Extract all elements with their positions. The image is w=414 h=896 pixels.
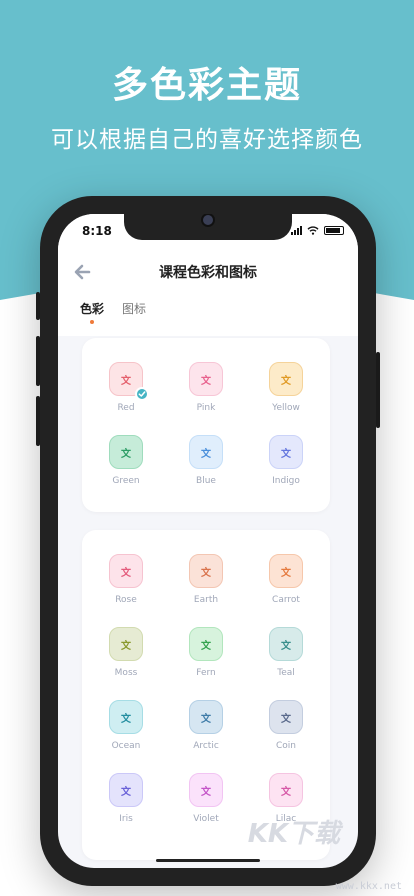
color-swatch: 文 — [189, 773, 223, 807]
color-option-rose[interactable]: 文 Rose — [86, 554, 166, 605]
tab-colors[interactable]: 色彩 — [80, 300, 105, 324]
color-option-moss[interactable]: 文 Moss — [86, 627, 166, 678]
color-swatch: 文 — [269, 700, 303, 734]
color-swatch: 文 — [109, 554, 143, 588]
color-swatch: 文 — [109, 627, 143, 661]
swatch-glyph: 文 — [281, 567, 291, 579]
front-camera — [201, 214, 215, 227]
tab-icons[interactable]: 图标 — [122, 300, 146, 317]
home-indicator[interactable] — [156, 859, 260, 862]
color-option-coin[interactable]: 文 Coin — [246, 700, 326, 751]
swatch-glyph: 文 — [281, 786, 291, 798]
color-swatch: 文 — [189, 435, 223, 469]
swatch-glyph: 文 — [281, 448, 291, 460]
signal-icon — [291, 226, 302, 235]
color-option-label: Teal — [277, 668, 295, 678]
phone-frame: 8:18 课程色彩和图标 色彩 图标 文 Red 文 Pink 文 Yellow… — [36, 196, 380, 886]
selected-check-icon — [135, 387, 149, 401]
color-option-carrot[interactable]: 文 Carrot — [246, 554, 326, 605]
color-option-iris[interactable]: 文 Iris — [86, 773, 166, 824]
color-option-label: Violet — [193, 814, 219, 824]
watermark-url: www.kkx.net — [335, 881, 402, 892]
tab-bar: 色彩 图标 — [80, 300, 146, 324]
phone-screen: 8:18 课程色彩和图标 色彩 图标 文 Red 文 Pink 文 Yellow… — [58, 214, 358, 868]
swatch-glyph: 文 — [281, 640, 291, 652]
watermark-logo: KK下载 — [247, 819, 340, 849]
color-option-label: Earth — [193, 595, 219, 605]
color-card-basic: 文 Red 文 Pink 文 Yellow 文 Green 文 Blue 文 Indigo — [82, 338, 330, 512]
swatch-glyph: 文 — [121, 640, 131, 652]
color-swatch: 文 — [269, 627, 303, 661]
color-swatch: 文 — [269, 554, 303, 588]
swatch-glyph: 文 — [201, 786, 211, 798]
notch — [124, 214, 292, 240]
color-option-label: Red — [117, 403, 135, 413]
volume-up-button — [36, 336, 40, 386]
nav-bar: 课程色彩和图标 色彩 图标 — [58, 250, 358, 336]
color-option-green[interactable]: 文 Green — [86, 435, 166, 486]
promo-title: 多色彩主题 — [111, 65, 302, 106]
swatch-glyph: 文 — [121, 713, 131, 725]
swatch-glyph: 文 — [201, 375, 211, 387]
color-option-label: Carrot — [272, 595, 300, 605]
tab-icons-label: 图标 — [122, 302, 147, 316]
power-button — [376, 352, 380, 428]
mute-switch — [36, 292, 40, 320]
color-option-label: Rose — [115, 595, 137, 605]
color-option-yellow[interactable]: 文 Yellow — [246, 362, 326, 413]
color-option-blue[interactable]: 文 Blue — [166, 435, 246, 486]
color-option-label: Green — [112, 476, 140, 486]
color-swatch: 文 — [109, 700, 143, 734]
swatch-glyph: 文 — [281, 375, 291, 387]
wifi-icon — [307, 226, 319, 235]
color-option-label: Blue — [196, 476, 216, 486]
swatch-glyph: 文 — [281, 713, 291, 725]
status-icons — [291, 226, 344, 235]
color-option-label: Arctic — [193, 741, 219, 751]
swatch-glyph: 文 — [121, 375, 131, 387]
color-option-violet[interactable]: 文 Violet — [166, 773, 246, 824]
color-option-label: Iris — [119, 814, 133, 824]
color-swatch: 文 — [109, 362, 149, 401]
page-title: 课程色彩和图标 — [159, 265, 257, 281]
swatch-glyph: 文 — [201, 713, 211, 725]
status-time: 8:18 — [82, 224, 112, 238]
promo-subtitle: 可以根据自己的喜好选择颜色 — [51, 127, 363, 153]
color-swatch: 文 — [269, 773, 303, 807]
color-option-fern[interactable]: 文 Fern — [166, 627, 246, 678]
swatch-glyph: 文 — [201, 448, 211, 460]
battery-icon — [324, 226, 344, 235]
active-tab-indicator — [90, 320, 94, 324]
color-swatch: 文 — [189, 700, 223, 734]
color-swatch: 文 — [189, 627, 223, 661]
color-option-label: Moss — [114, 668, 138, 678]
color-swatch: 文 — [109, 773, 143, 807]
swatch-glyph: 文 — [201, 567, 211, 579]
color-option-red[interactable]: 文 Red — [86, 362, 166, 413]
color-option-teal[interactable]: 文 Teal — [246, 627, 326, 678]
tab-colors-label: 色彩 — [80, 302, 105, 316]
color-option-earth[interactable]: 文 Earth — [166, 554, 246, 605]
color-swatch: 文 — [109, 435, 143, 469]
swatch-glyph: 文 — [121, 567, 131, 579]
color-option-label: Coin — [276, 741, 296, 751]
color-option-label: Pink — [196, 403, 216, 413]
color-option-pink[interactable]: 文 Pink — [166, 362, 246, 413]
color-swatch: 文 — [269, 435, 303, 469]
swatch-glyph: 文 — [121, 448, 131, 460]
swatch-glyph: 文 — [201, 640, 211, 652]
volume-down-button — [36, 396, 40, 446]
color-option-label: Ocean — [111, 741, 141, 751]
color-option-arctic[interactable]: 文 Arctic — [166, 700, 246, 751]
color-swatch: 文 — [189, 362, 223, 396]
swatch-glyph: 文 — [121, 786, 131, 798]
color-option-label: Indigo — [272, 476, 300, 486]
color-card-extended: 文 Rose 文 Earth 文 Carrot 文 Moss 文 Fern 文 Teal 文 Ocean 文… — [82, 530, 330, 860]
color-option-label: Fern — [196, 668, 216, 678]
color-option-label: Yellow — [272, 403, 300, 413]
color-swatch: 文 — [189, 554, 223, 588]
color-option-indigo[interactable]: 文 Indigo — [246, 435, 326, 486]
color-swatch: 文 — [269, 362, 303, 396]
color-option-ocean[interactable]: 文 Ocean — [86, 700, 166, 751]
